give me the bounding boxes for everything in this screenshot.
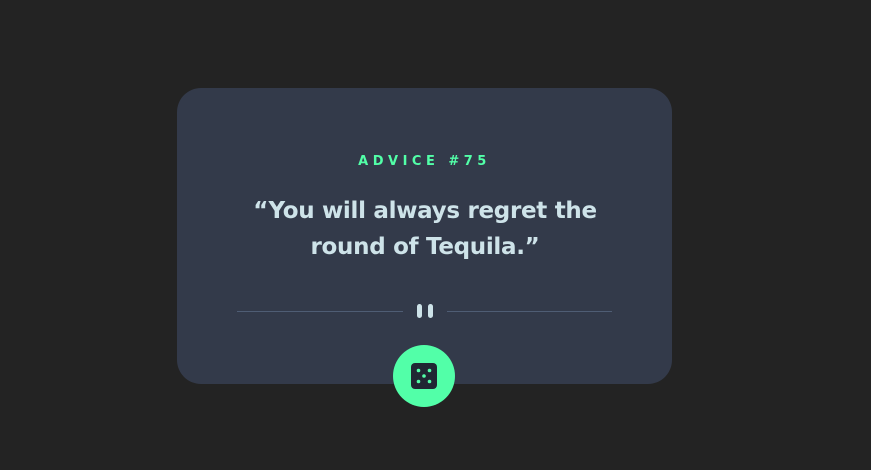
pause-icon bbox=[417, 304, 433, 318]
advice-quote: “You will always regret the round of Teq… bbox=[253, 198, 597, 260]
dice-icon bbox=[411, 363, 437, 389]
divider-line-right bbox=[447, 311, 612, 312]
new-advice-button[interactable] bbox=[393, 345, 455, 407]
divider-line-left bbox=[237, 311, 403, 312]
advice-number-label: ADVICE #75 bbox=[358, 154, 491, 169]
